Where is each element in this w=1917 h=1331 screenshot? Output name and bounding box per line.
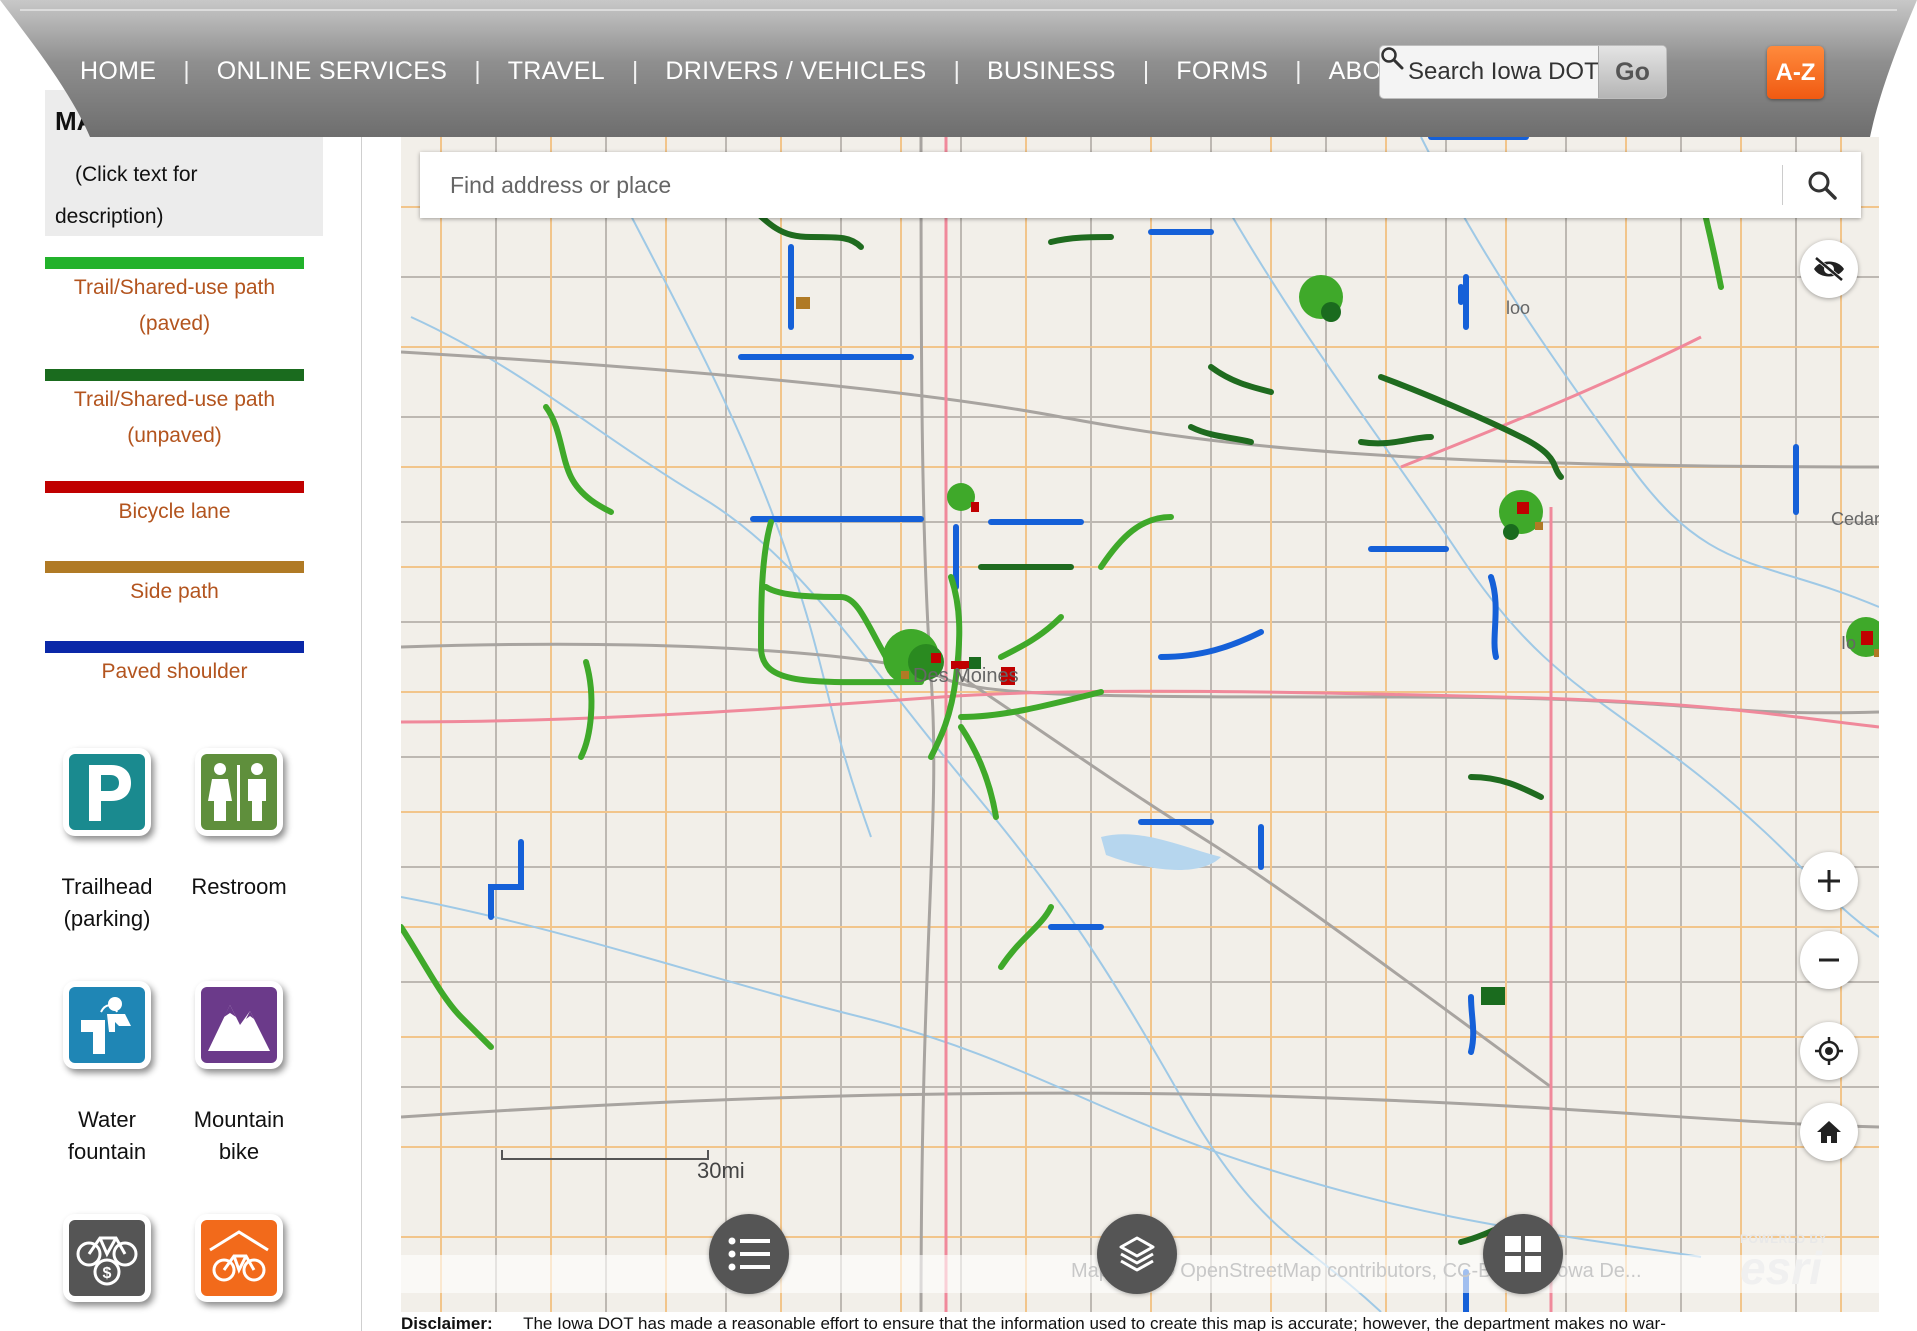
legend-swatch-bicycle-lane xyxy=(45,481,304,493)
map-legend: MAP LEGEND (Click text for description) … xyxy=(0,90,360,1331)
icon-label: Restroom xyxy=(191,874,287,899)
legend-item-paved-shoulder[interactable]: Paved shoulder xyxy=(45,654,304,690)
legend-subtitle-line2: description) xyxy=(55,205,164,228)
restroom-icon xyxy=(208,763,266,821)
find-address-bar xyxy=(420,152,1861,218)
list-icon xyxy=(728,1237,770,1271)
mountain-bike-icon xyxy=(208,1005,270,1051)
nav-drivers-vehicles[interactable]: DRIVERS / VEHICLES xyxy=(665,57,926,86)
a-z-index-button[interactable]: A-Z xyxy=(1767,46,1824,99)
water-fountain-icon xyxy=(81,997,131,1054)
legend-label: (unpaved) xyxy=(127,424,222,447)
nav-travel[interactable]: TRAVEL xyxy=(508,57,605,86)
nav-business[interactable]: BUSINESS xyxy=(987,57,1116,86)
legend-item-bicycle-lane[interactable]: Bicycle lane xyxy=(45,494,304,530)
nav-divider: | xyxy=(183,57,190,85)
minus-icon xyxy=(1819,958,1839,962)
icon-label: Water xyxy=(78,1107,136,1132)
parking-icon xyxy=(89,765,131,821)
layers-button[interactable] xyxy=(1097,1214,1177,1294)
find-address-input[interactable] xyxy=(420,171,1782,199)
nav-divider: | xyxy=(631,57,639,85)
legend-item-side-path[interactable]: Side path xyxy=(45,574,304,610)
site-search-go-button[interactable]: Go xyxy=(1598,46,1666,98)
esri-wordmark: esri xyxy=(1740,1242,1822,1294)
legend-item-unpaved-trail[interactable]: Trail/Shared-use path (unpaved) xyxy=(45,382,304,454)
icon-label: Mountain xyxy=(193,1107,285,1132)
legend-icon-trailhead[interactable] xyxy=(63,748,151,836)
nav-divider: | xyxy=(474,57,481,85)
toggle-visibility-button[interactable] xyxy=(1800,240,1858,298)
site-search-input[interactable] xyxy=(1408,58,1598,86)
legend-label-water-fountain[interactable]: Water fountain xyxy=(37,1104,177,1168)
legend-label: Paved shoulder xyxy=(101,660,248,683)
find-search-button[interactable] xyxy=(1783,152,1861,218)
esri-logo[interactable]: POWERED BY esri xyxy=(1740,1232,1827,1294)
map-frame xyxy=(361,90,1878,1331)
legend-icon-water-fountain[interactable] xyxy=(63,981,151,1069)
legend-label: Side path xyxy=(130,580,219,603)
legend-swatch-paved-shoulder xyxy=(45,641,304,653)
legend-icon-restroom[interactable] xyxy=(195,748,283,836)
legend-label: (paved) xyxy=(138,312,211,335)
nav-online-services[interactable]: ONLINE SERVICES xyxy=(217,57,448,86)
eye-off-icon xyxy=(1814,256,1844,282)
layers-icon xyxy=(1119,1236,1155,1272)
icon-label: Trailhead xyxy=(61,874,153,899)
scale-label: 30mi xyxy=(697,1158,745,1183)
site-search: Go xyxy=(1379,45,1667,99)
icon-label: (parking) xyxy=(63,906,151,931)
legend-label-mountain-bike[interactable]: Mountain bike xyxy=(169,1104,309,1168)
home-extent-button[interactable] xyxy=(1800,1103,1858,1161)
main-nav: HOME | ONLINE SERVICES | TRAVEL | DRIVER… xyxy=(80,57,1416,86)
legend-swatch-paved-trail xyxy=(45,257,304,269)
search-icon xyxy=(1381,47,1404,70)
legend-swatch-side-path xyxy=(45,561,304,573)
icon-label: bike xyxy=(218,1139,260,1164)
search-icon xyxy=(1808,171,1837,200)
list-button[interactable] xyxy=(709,1214,789,1294)
locate-button[interactable] xyxy=(1800,1022,1858,1080)
legend-subtitle: (Click text for description) xyxy=(55,154,295,238)
bike-rental-icon: $ xyxy=(76,1236,138,1286)
legend-subtitle-line1: (Click text for xyxy=(75,163,198,186)
legend-item-paved-trail[interactable]: Trail/Shared-use path (paved) xyxy=(45,270,304,342)
icon-label: fountain xyxy=(67,1139,147,1164)
plus-icon xyxy=(1818,870,1840,892)
legend-label: Trail/Shared-use path xyxy=(73,388,276,411)
legend-label: Bicycle lane xyxy=(118,500,231,523)
legend-label-restroom[interactable]: Restroom xyxy=(169,871,309,903)
legend-label-trailhead[interactable]: Trailhead (parking) xyxy=(37,871,177,935)
nav-divider: | xyxy=(1295,57,1302,85)
legend-label: Trail/Shared-use path xyxy=(73,276,276,299)
zoom-out-button[interactable] xyxy=(1800,931,1858,989)
legend-icon-mountain-bike[interactable] xyxy=(195,981,283,1069)
legend-icon-bike-shelter[interactable] xyxy=(195,1214,283,1302)
bike-shelter-icon xyxy=(209,1230,269,1282)
site-search-box xyxy=(1380,46,1598,98)
nav-divider: | xyxy=(1142,57,1150,85)
svg-text:$: $ xyxy=(103,1265,112,1282)
legend-icon-bike-rental[interactable]: $ xyxy=(63,1214,151,1302)
nav-home[interactable]: HOME xyxy=(80,57,156,86)
grid-icon xyxy=(1505,1236,1541,1272)
scale-bar xyxy=(501,1150,709,1160)
basemap-gallery-button[interactable] xyxy=(1483,1214,1563,1294)
nav-forms[interactable]: FORMS xyxy=(1176,57,1268,86)
legend-swatch-unpaved-trail xyxy=(45,369,304,381)
site-header: HOME | ONLINE SERVICES | TRAVEL | DRIVER… xyxy=(0,0,1917,137)
home-icon xyxy=(1817,1121,1841,1143)
locate-icon xyxy=(1815,1037,1843,1065)
nav-divider: | xyxy=(953,57,960,85)
zoom-in-button[interactable] xyxy=(1800,852,1858,910)
